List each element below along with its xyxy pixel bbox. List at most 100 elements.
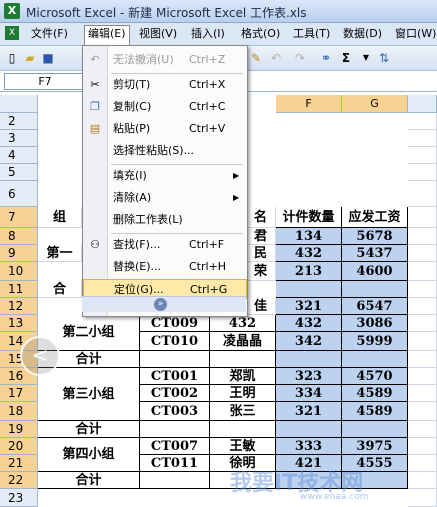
menu-item-paste-special[interactable]: 选择性粘贴(S)... [83,141,247,161]
group-header-partial[interactable]: 组 [38,207,82,228]
save-icon[interactable]: ■ [40,50,56,66]
empty-cell[interactable] [140,351,210,368]
open-folder-icon[interactable]: ▰ [22,50,38,66]
select-all-corner[interactable] [0,95,38,113]
code-cell[interactable]: CT011 [140,455,210,472]
row-header[interactable]: 4 [0,147,38,164]
pay-cell[interactable]: 4600 [342,262,408,281]
row-header[interactable]: 3 [0,130,38,147]
quantity-cell[interactable]: 321 [276,298,342,315]
group-partial[interactable]: 第一 [38,245,82,262]
menu-item-fill[interactable]: 填充(I) ▶ [83,166,247,186]
row-header[interactable]: 22 [0,472,38,489]
name-cell[interactable]: 432 [210,315,276,332]
empty-cell[interactable] [408,385,437,402]
pay-cell[interactable] [342,281,408,298]
total-partial[interactable]: 合 [38,281,82,298]
header-pay[interactable]: 应发工资 [342,207,408,228]
row-header[interactable]: 19 [0,421,38,438]
menu-item-delete-sheet[interactable]: 删除工作表(L) [83,210,247,230]
name-cell[interactable]: 凌晶晶 [210,332,276,351]
menu-item-paste[interactable]: ▤ 粘贴(P) Ctrl+V [83,119,247,139]
pay-cell[interactable]: 5999 [342,332,408,351]
menu-data[interactable]: 数据(D) [340,26,385,42]
pay-cell[interactable]: 3086 [342,315,408,332]
pay-cell[interactable]: 4589 [342,402,408,421]
menu-format[interactable]: 格式(O) [238,26,283,42]
row-header[interactable]: 9 [0,245,38,262]
row-header[interactable]: 18 [0,402,38,421]
quantity-cell[interactable] [276,421,342,438]
quantity-cell[interactable]: 432 [276,245,342,262]
new-file-icon[interactable]: ▯ [4,50,20,66]
column-header-f[interactable]: F [276,95,342,113]
empty-cell[interactable] [408,147,437,164]
row-header[interactable]: 6 [0,181,38,207]
code-cell[interactable]: CT007 [140,438,210,455]
empty-cell[interactable] [408,130,437,147]
hyperlink-icon[interactable]: ⚭ [318,50,334,66]
menu-item-undo[interactable]: ↶ 无法撤消(U) Ctrl+Z [83,50,247,70]
empty-cell[interactable] [408,368,437,385]
name-header-partial[interactable]: 名 [246,207,276,228]
name-box[interactable]: F7 [4,73,86,90]
undo-toolbar-icon[interactable]: ↶ [268,50,284,66]
row-header[interactable]: 13 [0,315,38,332]
format-painter-icon[interactable]: ✎ [248,50,264,66]
name-cell[interactable]: 王明 [210,385,276,402]
pay-cell[interactable] [342,421,408,438]
autosum-icon[interactable]: Σ [338,50,354,66]
empty-cell[interactable] [408,281,437,298]
code-cell[interactable]: CT003 [140,402,210,421]
empty-cell[interactable] [408,164,437,181]
group-label[interactable]: 第三小组 [38,368,140,421]
pay-cell[interactable]: 4570 [342,368,408,385]
row-header[interactable]: 7 [0,207,38,228]
quantity-cell[interactable]: 213 [276,262,342,281]
empty-cell[interactable] [210,421,276,438]
row-header[interactable]: 8 [0,228,38,245]
quantity-cell[interactable]: 134 [276,228,342,245]
empty-cell[interactable] [408,315,437,332]
workbook-icon[interactable]: X [5,26,19,40]
column-header-h[interactable] [408,95,437,113]
name-cell[interactable]: 郑凯 [210,368,276,385]
name-cell[interactable]: 张三 [210,402,276,421]
quantity-cell[interactable]: 323 [276,368,342,385]
quantity-cell[interactable]: 432 [276,315,342,332]
menu-window[interactable]: 窗口(W) [392,26,437,42]
menu-item-clear[interactable]: 清除(A) ▶ [83,188,247,208]
menu-expand-bar[interactable]: » [82,296,246,312]
quantity-cell[interactable]: 342 [276,332,342,351]
empty-cell[interactable] [408,421,437,438]
name-cell[interactable]: 王敏 [210,438,276,455]
row-header[interactable]: 11 [0,281,38,298]
empty-cell[interactable] [210,351,276,368]
menu-insert[interactable]: 插入(I) [188,26,228,42]
menu-file[interactable]: 文件(F) [28,26,71,42]
code-cell[interactable]: CT009 [140,315,210,332]
name-partial[interactable]: 荣 [246,262,276,281]
empty-cell[interactable] [408,181,437,207]
pay-cell[interactable]: 6547 [342,298,408,315]
code-cell[interactable]: CT001 [140,368,210,385]
name-partial[interactable]: 民 [246,245,276,262]
quantity-cell[interactable]: 333 [276,438,342,455]
code-cell[interactable]: CT010 [140,332,210,351]
pay-cell[interactable] [342,351,408,368]
menu-view[interactable]: 视图(V) [136,26,180,42]
quantity-cell[interactable]: 321 [276,402,342,421]
pay-cell[interactable]: 3975 [342,438,408,455]
header-quantity[interactable]: 计件数量 [276,207,342,228]
group-label[interactable]: 第四小组 [38,438,140,472]
empty-cell[interactable] [408,402,437,421]
column-header-g[interactable]: G [342,95,408,113]
excel-icon[interactable]: X [4,3,20,19]
total-label[interactable]: 合计 [38,472,140,489]
pay-cell[interactable]: 4589 [342,385,408,402]
empty-cell[interactable] [408,472,437,489]
back-arrow-icon[interactable]: < [20,336,60,376]
menu-edit[interactable]: 编辑(E) [84,25,130,45]
dropdown-arrow-icon[interactable]: ▼ [358,50,374,66]
sort-ascending-icon[interactable]: ⇅ [376,50,392,66]
